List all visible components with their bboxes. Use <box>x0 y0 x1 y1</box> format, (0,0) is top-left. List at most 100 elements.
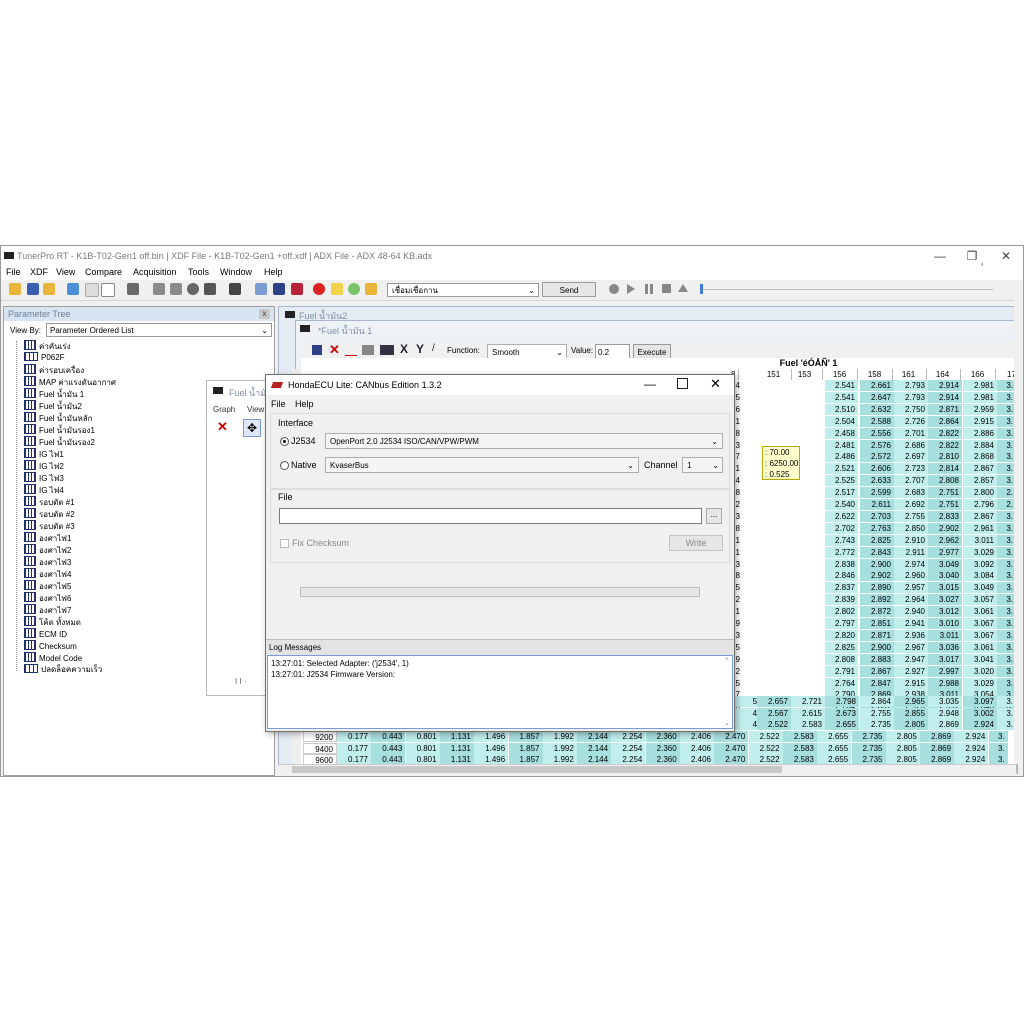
table-cell[interactable]: 2.254 <box>611 742 646 754</box>
table-cell[interactable]: 2.886 <box>963 427 997 439</box>
table-cell[interactable]: 2.622 <box>825 510 858 522</box>
table-cell[interactable]: 2.822 <box>928 427 962 439</box>
table-cell[interactable]: 2.791 <box>825 665 858 677</box>
table-cell[interactable]: 2.750 <box>894 403 928 415</box>
table-cell[interactable]: 2.525 <box>825 475 858 487</box>
tree-item[interactable]: Checksum <box>24 640 77 652</box>
table-cell[interactable]: 2.871 <box>860 629 894 641</box>
table-cell[interactable]: 2.892 <box>860 594 894 606</box>
table-cell[interactable]: 2.522 <box>748 742 783 754</box>
table-cell[interactable]: 2.632 <box>860 403 894 415</box>
table-cell[interactable]: 2.521 <box>825 463 858 475</box>
table-cell[interactable]: 5 <box>735 582 743 593</box>
send-button[interactable]: Send <box>542 282 596 297</box>
dashboard-icon[interactable] <box>348 283 360 295</box>
table-cell[interactable]: 2.702 <box>825 522 858 534</box>
graph-icon[interactable] <box>345 345 357 356</box>
table-cell[interactable]: 2.755 <box>860 707 894 719</box>
table-cell[interactable]: 2.647 <box>860 391 894 403</box>
table-cell[interactable]: 2.957 <box>894 582 928 594</box>
table-cell[interactable]: 2.798 <box>825 696 859 707</box>
table-cell[interactable]: 2.797 <box>825 618 858 629</box>
table-cell[interactable]: 3.029 <box>963 677 997 689</box>
table-cell[interactable]: 2.360 <box>645 731 680 742</box>
menu-help[interactable]: Help <box>264 267 283 277</box>
table-cell[interactable]: 2.843 <box>860 546 894 558</box>
table-cell[interactable]: 3.020 <box>963 665 997 677</box>
table-cell[interactable]: 1 <box>735 535 743 546</box>
table-cell[interactable]: 2.655 <box>825 719 859 730</box>
j2534-radio[interactable] <box>280 437 289 446</box>
tree-item[interactable]: องศาไฟ3 <box>24 556 71 568</box>
table-cell[interactable]: 2.965 <box>894 696 928 707</box>
table-cell[interactable]: 2.470 <box>714 731 749 742</box>
table-cell[interactable]: 3.012 <box>928 606 962 618</box>
save-icon[interactable] <box>312 345 322 355</box>
new-file-icon[interactable] <box>85 283 99 297</box>
table-cell[interactable]: 2.959 <box>963 403 997 415</box>
table-cell[interactable]: 2.486 <box>825 451 858 463</box>
value-input[interactable]: 0.2 <box>595 344 630 359</box>
tree-item[interactable]: Fuel น้ำมันหลัก <box>24 412 93 424</box>
table-cell[interactable]: 2.793 <box>894 380 928 391</box>
table-cell[interactable]: 2.883 <box>860 653 894 665</box>
tree-item[interactable]: P062F <box>24 352 65 364</box>
tree-item[interactable]: MAP ค่าแรงดันอากาศ <box>24 376 116 388</box>
table-cell[interactable]: 2.960 <box>894 570 928 582</box>
tree-item[interactable]: IG ไฟ4 <box>24 484 64 496</box>
table-cell[interactable]: 2.915 <box>963 415 997 427</box>
horizontal-scrollbar[interactable] <box>278 764 1016 775</box>
table-cell[interactable]: 2.825 <box>860 534 894 546</box>
table-cell[interactable]: 2.772 <box>825 546 858 558</box>
play-icon[interactable] <box>627 284 635 294</box>
table-cell[interactable]: 3.017 <box>928 653 962 665</box>
tree-item[interactable]: องศาไฟ6 <box>24 592 71 604</box>
table-cell[interactable]: 1 <box>735 416 743 427</box>
dialog-menu-help[interactable]: Help <box>295 399 314 409</box>
table-cell[interactable]: 2.924 <box>963 719 997 730</box>
emulator-icon[interactable] <box>127 283 139 295</box>
write-button[interactable]: Write <box>669 535 723 551</box>
table-cell[interactable]: 2.940 <box>894 606 928 618</box>
table-cell[interactable]: 3.036 <box>928 641 962 653</box>
table-cell[interactable]: 2.793 <box>894 391 928 403</box>
table-cell[interactable]: 0.177 <box>337 731 371 742</box>
table-cell[interactable]: 2.814 <box>928 463 962 475</box>
view-by-select[interactable]: Parameter Ordered List ⌄ <box>46 323 272 337</box>
table-cell[interactable]: 3.084 <box>963 570 997 582</box>
table-cell[interactable]: 2.541 <box>825 391 858 403</box>
table-cell[interactable]: 2.839 <box>825 594 858 606</box>
scroll-up-icon[interactable]: ⌃ <box>724 657 730 665</box>
table-cell[interactable]: 5 <box>735 392 743 403</box>
tree-item[interactable]: ปลดล็อคความเร็ว <box>24 664 102 676</box>
table-cell[interactable]: 2.406 <box>680 742 714 754</box>
table-cell[interactable]: 2.988 <box>928 677 962 689</box>
table-cell[interactable]: 2.962 <box>928 534 962 546</box>
table-cell[interactable]: 2.851 <box>860 618 894 629</box>
parameter-tree-close-button[interactable]: x <box>259 309 270 319</box>
table-cell[interactable]: 2.910 <box>894 534 928 546</box>
chip-icon[interactable] <box>204 283 216 295</box>
table-cell[interactable]: 2.867 <box>963 510 997 522</box>
table-cell[interactable]: 2.890 <box>860 582 894 594</box>
tree-item[interactable]: องศาไฟ2 <box>24 544 71 556</box>
table-cell[interactable]: 3.040 <box>928 570 962 582</box>
table-cell[interactable]: 2.857 <box>963 475 997 487</box>
table-cell[interactable]: 2.846 <box>825 570 858 582</box>
table-cell[interactable]: 2.810 <box>928 451 962 463</box>
connection-select[interactable]: เชื่อมเชื่อกาน ⌄ <box>387 283 539 297</box>
table-cell[interactable]: 2.948 <box>928 707 962 719</box>
table-cell[interactable]: 1 <box>735 606 743 617</box>
table-cell[interactable]: 2.701 <box>894 427 928 439</box>
table-cell[interactable]: 2.751 <box>928 499 962 510</box>
record-icon[interactable] <box>187 283 199 295</box>
table-cell[interactable]: 2.611 <box>860 499 894 510</box>
table-cell[interactable]: 1.131 <box>439 731 474 742</box>
tab-graph[interactable]: Graph <box>213 405 235 414</box>
table-cell[interactable]: 2.800 <box>963 487 997 499</box>
swap-icon[interactable] <box>273 283 285 295</box>
table-cell[interactable]: 2.981 <box>963 380 997 391</box>
table-cell[interactable]: 0.801 <box>405 742 440 754</box>
tree-item[interactable]: รอบตัด #2 <box>24 508 75 520</box>
table-cell[interactable]: 2.254 <box>611 731 646 742</box>
